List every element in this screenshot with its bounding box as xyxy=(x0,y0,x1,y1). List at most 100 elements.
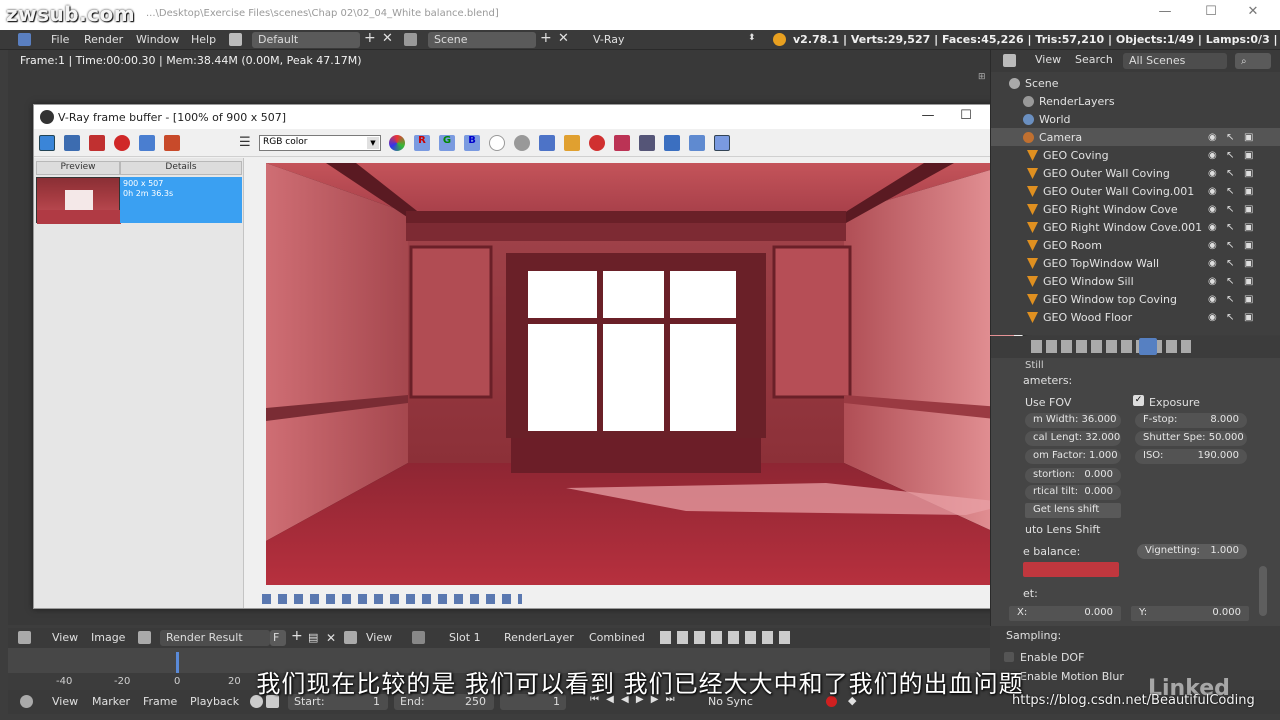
outliner-item[interactable]: GEO TopWindow Wall ◉ ↖ ▣ xyxy=(991,254,1280,272)
outliner-item[interactable]: GEO Wood Floor ◉ ↖ ▣ xyxy=(991,308,1280,326)
image-name-field[interactable]: Render Result xyxy=(160,630,270,646)
slot-selector[interactable]: Slot 1 xyxy=(449,631,481,644)
alpha-white-icon[interactable] xyxy=(489,135,505,151)
render-toggle-icon[interactable]: ▣ xyxy=(1244,204,1253,215)
render-toggle-icon[interactable]: ▣ xyxy=(1244,276,1253,287)
render-engine-selector[interactable]: V-Ray xyxy=(593,33,625,46)
outliner-item[interactable]: GEO Window top Coving ◉ ↖ ▣ xyxy=(991,290,1280,308)
add-layout-icon[interactable]: + xyxy=(364,30,376,46)
pass-selector[interactable]: Combined xyxy=(589,631,645,644)
render-image[interactable] xyxy=(266,163,1014,585)
region-render-icon[interactable] xyxy=(614,135,630,151)
unlink-image-icon[interactable]: ✕ xyxy=(326,631,336,645)
save-all-icon[interactable] xyxy=(539,135,555,151)
history-col-preview[interactable]: Preview xyxy=(36,161,120,175)
image-editor-type-icon[interactable] xyxy=(18,631,31,644)
render-toggle-icon[interactable]: ▣ xyxy=(1244,222,1253,233)
selectable-icon[interactable]: ↖ xyxy=(1226,312,1234,323)
color-mode-select[interactable]: RGB color ▼ xyxy=(259,135,381,151)
render-toggle-icon[interactable]: ▣ xyxy=(1244,294,1253,305)
visibility-icon[interactable]: ◉ xyxy=(1208,258,1217,269)
white-balance-color-swatch[interactable] xyxy=(1023,562,1119,577)
selectable-icon[interactable]: ↖ xyxy=(1226,204,1234,215)
outliner-search-menu[interactable]: Search xyxy=(1075,53,1113,66)
screen-layout-icon[interactable] xyxy=(229,33,242,46)
fstop-field[interactable]: F-stop: 8.000 xyxy=(1135,413,1247,428)
get-lens-shift-button[interactable]: Get lens shift xyxy=(1025,503,1121,518)
film-width-field[interactable]: m Width: 36.000 xyxy=(1025,413,1121,428)
visibility-icon[interactable]: ◉ xyxy=(1208,312,1217,323)
outliner-editor-icon[interactable] xyxy=(1003,54,1016,67)
vignetting-field[interactable]: Vignetting: 1.000 xyxy=(1137,544,1247,559)
offset-x-field[interactable]: X: 0.000 xyxy=(1009,606,1121,621)
lens-effects-icon[interactable] xyxy=(139,135,155,151)
outliner-item[interactable]: GEO Room ◉ ↖ ▣ xyxy=(991,236,1280,254)
vfb-minimize-button[interactable]: — xyxy=(913,108,943,126)
rgb-channels-icon[interactable] xyxy=(389,135,405,151)
history-thumbnail[interactable] xyxy=(36,177,121,224)
render-region-icon[interactable] xyxy=(714,135,730,151)
visibility-icon[interactable]: ◉ xyxy=(1208,276,1217,287)
image-view2-menu[interactable]: View xyxy=(366,631,392,644)
focal-length-field[interactable]: cal Lengt: 32.000 xyxy=(1025,431,1121,446)
clear-image-icon[interactable] xyxy=(114,135,130,151)
selectable-icon[interactable]: ↖ xyxy=(1226,168,1234,179)
visibility-icon[interactable]: ◉ xyxy=(1208,240,1217,251)
new-image-icon[interactable]: + xyxy=(291,628,303,644)
render-start-icon[interactable] xyxy=(39,135,55,151)
render-toggle-icon[interactable]: ▣ xyxy=(1244,186,1253,197)
render-toggle-icon[interactable]: ▣ xyxy=(1244,240,1253,251)
image-view-menu[interactable]: View xyxy=(52,631,78,644)
image-browse-icon[interactable] xyxy=(138,631,151,644)
interactive-render-icon[interactable] xyxy=(664,135,680,151)
display-mode-select[interactable]: All Scenes xyxy=(1123,53,1227,69)
open-image-icon[interactable]: ▤ xyxy=(308,631,318,644)
use-fov-checkbox[interactable]: Use FOV xyxy=(1025,396,1071,409)
image-menu[interactable]: Image xyxy=(91,631,125,644)
outliner-item[interactable]: GEO Outer Wall Coving.001 ◉ ↖ ▣ xyxy=(991,182,1280,200)
offset-y-field[interactable]: Y: 0.000 xyxy=(1131,606,1249,621)
vertical-tilt-field[interactable]: rtical tilt: 0.000 xyxy=(1025,485,1121,500)
auto-lens-shift-checkbox[interactable]: uto Lens Shift xyxy=(1025,523,1100,536)
visibility-icon[interactable]: ◉ xyxy=(1208,186,1217,197)
render-toggle-icon[interactable]: ▣ xyxy=(1244,150,1253,161)
outliner-item[interactable]: RenderLayers xyxy=(991,92,1280,110)
visibility-icon[interactable]: ◉ xyxy=(1208,222,1217,233)
selectable-icon[interactable]: ↖ xyxy=(1226,240,1234,251)
scene-selector[interactable]: Scene xyxy=(428,32,536,48)
red-channel-button[interactable]: R xyxy=(414,135,430,151)
selectable-icon[interactable]: ↖ xyxy=(1226,276,1234,287)
save-image-icon[interactable] xyxy=(64,135,80,151)
outliner-search-field[interactable]: ⌕ xyxy=(1235,53,1271,69)
selectable-icon[interactable]: ↖ xyxy=(1226,132,1234,143)
exposure-checkbox[interactable]: ✓ xyxy=(1133,395,1144,406)
outliner-item[interactable]: GEO Window Sill ◉ ↖ ▣ xyxy=(991,272,1280,290)
vfb-maximize-button[interactable]: ☐ xyxy=(951,108,981,126)
visibility-icon[interactable]: ◉ xyxy=(1208,168,1217,179)
outliner-item[interactable]: GEO Right Window Cove ◉ ↖ ▣ xyxy=(991,200,1280,218)
blue-channel-button[interactable]: B xyxy=(464,135,480,151)
green-channel-button[interactable]: G xyxy=(439,135,455,151)
properties-tab-icons[interactable] xyxy=(1031,340,1191,353)
outliner-item[interactable]: GEO Coving ◉ ↖ ▣ xyxy=(991,146,1280,164)
camera-data-tab-icon[interactable] xyxy=(1139,338,1157,355)
history-icon[interactable] xyxy=(164,135,180,151)
add-scene-icon[interactable]: + xyxy=(540,30,552,46)
render-toggle-icon[interactable]: ▣ xyxy=(1244,258,1253,269)
menu-help[interactable]: Help xyxy=(191,33,216,46)
outliner-item[interactable]: GEO Outer Wall Coving ◉ ↖ ▣ xyxy=(991,164,1280,182)
selectable-icon[interactable]: ↖ xyxy=(1226,258,1234,269)
maximize-button[interactable]: ☐ xyxy=(1196,4,1226,24)
menu-window[interactable]: Window xyxy=(136,33,179,46)
visibility-icon[interactable]: ◉ xyxy=(1208,150,1217,161)
selectable-icon[interactable]: ↖ xyxy=(1226,150,1234,161)
stop-icon[interactable] xyxy=(589,135,605,151)
outliner-item[interactable]: Camera ◉ ↖ ▣ xyxy=(991,128,1280,146)
outliner-item[interactable]: World xyxy=(991,110,1280,128)
mono-icon[interactable] xyxy=(514,135,530,151)
area-split-icon[interactable]: ⊞ xyxy=(978,72,986,82)
close-button[interactable]: ✕ xyxy=(1238,4,1268,24)
compare-icon[interactable] xyxy=(689,135,705,151)
menu-icon[interactable]: ☰ xyxy=(239,135,251,150)
menu-render[interactable]: Render xyxy=(84,33,123,46)
